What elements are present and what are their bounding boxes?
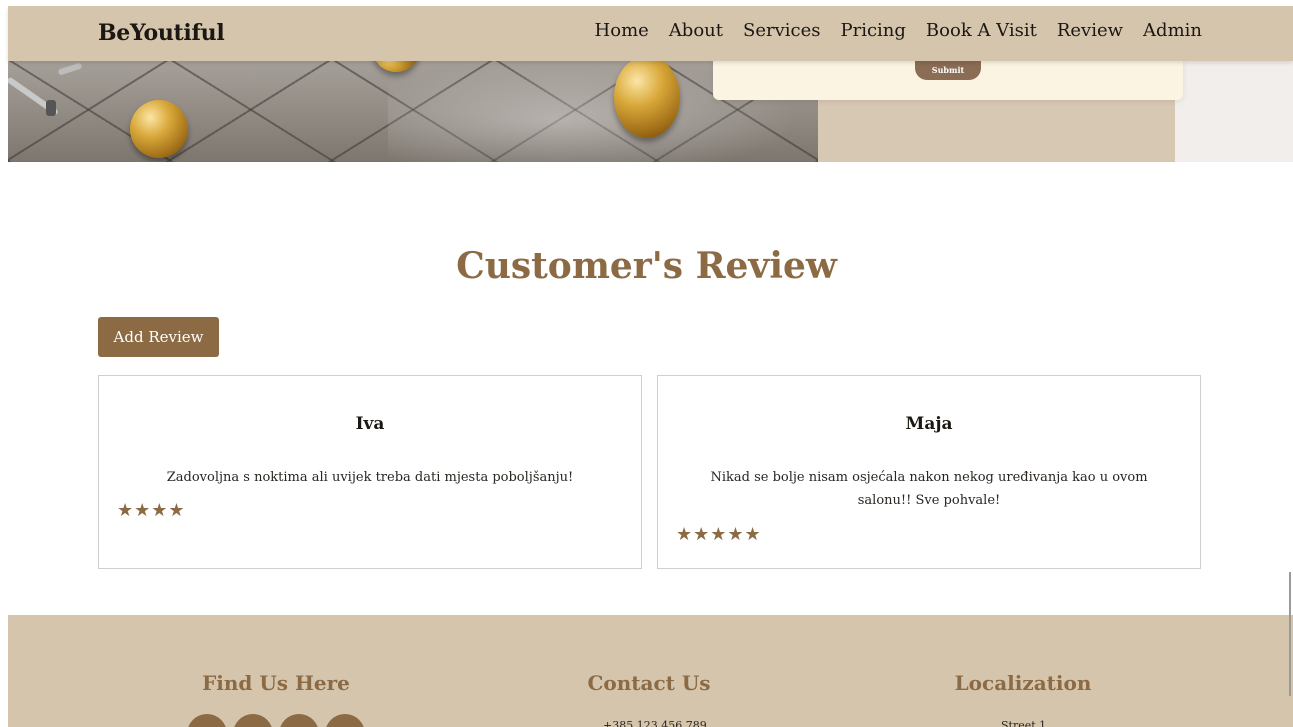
gold-ball xyxy=(614,58,680,138)
nav-review[interactable]: Review xyxy=(1057,20,1123,41)
star-rating: ★★★★ xyxy=(117,500,186,521)
social-links xyxy=(187,714,365,727)
nav-home[interactable]: Home xyxy=(595,20,649,41)
review-list: Iva Zadovoljna s noktima ali uvijek treb… xyxy=(98,375,1203,571)
hero-banner: Submit xyxy=(8,58,1293,162)
nav-about[interactable]: About xyxy=(669,20,723,41)
chair-foot xyxy=(46,100,56,116)
nav-services[interactable]: Services xyxy=(743,20,820,41)
review-text: Nikad se bolje nisam osjećala nakon neko… xyxy=(710,470,1148,508)
add-review-button[interactable]: Add Review xyxy=(98,317,219,357)
twitter-icon[interactable] xyxy=(279,714,319,727)
instagram-icon[interactable] xyxy=(233,714,273,727)
footer: Find Us Here Contact Us +385 123 456 789… xyxy=(8,615,1293,727)
nav-admin[interactable]: Admin xyxy=(1143,20,1202,41)
star-rating: ★★★★★ xyxy=(676,524,762,545)
brand-logo[interactable]: BeYoutiful xyxy=(98,20,225,46)
booking-form-card: Submit xyxy=(713,58,1183,100)
footer-find-us: Find Us Here xyxy=(178,671,374,695)
reviewer-name: Iva xyxy=(355,414,385,434)
localization-title: Localization xyxy=(954,671,1092,695)
scrollbar[interactable] xyxy=(1289,572,1291,696)
hero-right-bg xyxy=(1175,58,1293,162)
nav-pricing[interactable]: Pricing xyxy=(840,20,905,41)
review-card: Iva Zadovoljna s noktima ali uvijek treb… xyxy=(98,375,642,569)
address-street: Street 1 xyxy=(1001,719,1047,727)
reviews-title: Customer's Review xyxy=(456,245,837,287)
nav-book-a-visit[interactable]: Book A Visit xyxy=(926,20,1037,41)
review-text: Zadovoljna s noktima ali uvijek treba da… xyxy=(166,470,574,485)
facebook-icon[interactable] xyxy=(187,714,227,727)
contact-title: Contact Us xyxy=(587,671,711,695)
youtube-icon[interactable] xyxy=(325,714,365,727)
footer-contact: Contact Us xyxy=(549,671,749,695)
chair-bar xyxy=(57,62,83,76)
navbar: BeYoutiful Home About Services Pricing B… xyxy=(8,6,1293,61)
contact-phone[interactable]: +385 123 456 789 xyxy=(603,719,707,727)
submit-button[interactable]: Submit xyxy=(915,58,981,80)
find-us-title: Find Us Here xyxy=(202,671,350,695)
hero-photo xyxy=(8,58,818,162)
nav-links: Home About Services Pricing Book A Visit… xyxy=(595,20,1202,41)
gold-ball xyxy=(130,100,188,158)
review-card: Maja Nikad se bolje nisam osjećala nakon… xyxy=(657,375,1201,569)
footer-localization: Localization xyxy=(923,671,1123,695)
reviewer-name: Maja xyxy=(905,414,953,434)
